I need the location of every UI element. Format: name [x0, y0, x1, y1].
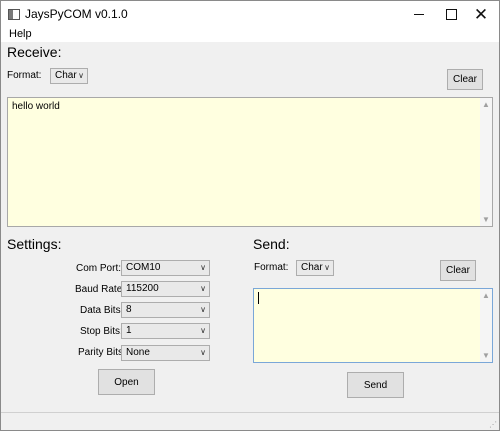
baud-rate-label: Baud Rate:: [75, 284, 126, 295]
open-button[interactable]: Open: [98, 369, 155, 395]
menu-bar: Help: [1, 28, 499, 42]
receive-format-label: Format:: [7, 70, 42, 81]
send-textarea[interactable]: ▲ ▼: [253, 288, 493, 363]
send-format-label: Format:: [254, 262, 289, 273]
data-bits-value: 8: [126, 304, 132, 315]
data-bits-label: Data Bits:: [80, 305, 124, 316]
send-format-value: Char: [301, 262, 323, 273]
chevron-down-icon: ∨: [200, 326, 206, 335]
send-format-select[interactable]: Char ∨: [296, 260, 334, 276]
window-title: JaysPyCOM v0.1.0: [25, 7, 128, 21]
scroll-up-icon[interactable]: ▲: [482, 291, 490, 300]
menu-help[interactable]: Help: [9, 28, 32, 40]
chevron-down-icon: ∨: [78, 71, 84, 80]
stop-bits-value: 1: [126, 325, 132, 336]
chevron-down-icon: ∨: [200, 348, 206, 357]
app-window: JaysPyCOM v0.1.0 ✕ Help Receive: Format:…: [0, 0, 500, 431]
receive-text: hello world: [12, 101, 60, 112]
title-bar: JaysPyCOM v0.1.0 ✕: [1, 1, 499, 28]
chevron-down-icon: ∨: [200, 305, 206, 314]
resize-grip-icon[interactable]: ⋰: [489, 420, 497, 429]
send-clear-button[interactable]: Clear: [440, 260, 476, 281]
receive-scrollbar[interactable]: ▲ ▼: [480, 98, 492, 226]
stop-bits-label: Stop Bits:: [80, 326, 123, 337]
receive-title: Receive:: [7, 44, 62, 60]
parity-bits-label: Parity Bits: [78, 347, 124, 358]
minimize-icon: [414, 14, 424, 15]
send-scrollbar[interactable]: ▲ ▼: [480, 289, 492, 362]
scroll-down-icon[interactable]: ▼: [482, 351, 490, 360]
baud-rate-value: 115200: [126, 283, 159, 294]
com-port-value: COM10: [126, 262, 161, 273]
receive-format-value: Char: [55, 70, 77, 81]
close-icon: ✕: [473, 5, 489, 24]
com-port-label: Com Port:: [76, 263, 122, 274]
send-button[interactable]: Send: [347, 372, 404, 398]
chevron-down-icon: ∨: [200, 284, 206, 293]
receive-clear-button[interactable]: Clear: [447, 69, 483, 90]
send-title: Send:: [253, 236, 290, 252]
parity-bits-select[interactable]: None ∨: [121, 345, 210, 361]
chevron-down-icon: ∨: [200, 263, 206, 272]
close-button[interactable]: ✕: [461, 1, 499, 28]
com-port-select[interactable]: COM10 ∨: [121, 260, 210, 276]
receive-textarea[interactable]: hello world ▲ ▼: [7, 97, 493, 227]
settings-title: Settings:: [7, 236, 62, 252]
receive-format-select[interactable]: Char ∨: [50, 68, 88, 84]
status-bar: ⋰: [1, 412, 499, 430]
parity-bits-value: None: [126, 347, 150, 358]
app-icon: [8, 9, 20, 20]
data-bits-select[interactable]: 8 ∨: [121, 302, 210, 318]
stop-bits-select[interactable]: 1 ∨: [121, 323, 210, 339]
text-cursor: [258, 292, 259, 304]
scroll-up-icon[interactable]: ▲: [482, 100, 490, 109]
scroll-down-icon[interactable]: ▼: [482, 215, 490, 224]
maximize-icon: [445, 9, 457, 20]
chevron-down-icon: ∨: [324, 263, 330, 272]
baud-rate-select[interactable]: 115200 ∨: [121, 281, 210, 297]
